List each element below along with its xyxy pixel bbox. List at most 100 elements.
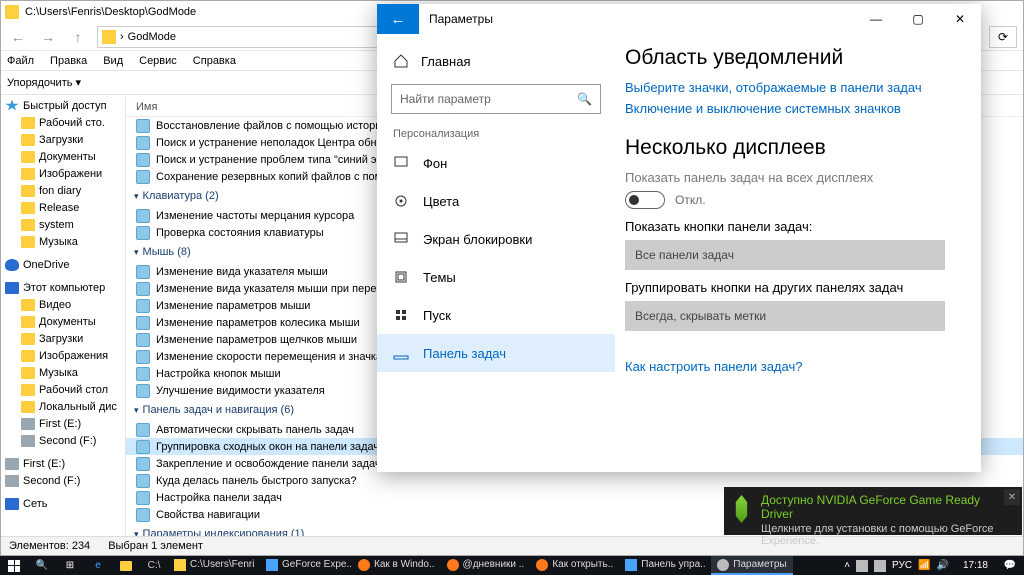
system-tray[interactable]: ˄ РУС 📶 🔊 <box>838 560 955 572</box>
maximize-button[interactable]: ▢ <box>897 4 939 34</box>
control-panel-item-icon <box>136 423 150 437</box>
nav-item[interactable]: system <box>1 216 125 233</box>
settings-title: Параметры <box>429 12 493 26</box>
taskbar-task[interactable]: C:\Users\Fenri <box>168 556 260 575</box>
taskbar-task[interactable]: Панель упра.. <box>619 556 711 575</box>
forward-arrow-icon[interactable]: → <box>37 26 59 48</box>
nav-item[interactable]: Release <box>1 199 125 216</box>
start-button[interactable] <box>0 556 28 575</box>
dropdown-group-other[interactable]: Всегда, скрывать метки <box>625 301 945 331</box>
menu-edit[interactable]: Правка <box>50 55 87 67</box>
toggle-state-label: Откл. <box>675 193 706 207</box>
control-panel-item-icon <box>136 153 150 167</box>
taskbar-task[interactable]: @дневники .. <box>441 556 531 575</box>
taskbar-task[interactable]: Как в Windo.. <box>352 556 441 575</box>
control-panel-item-icon <box>136 226 150 240</box>
cmd-pinned-icon[interactable]: C:\ <box>140 556 168 575</box>
dropdown-taskbar-buttons[interactable]: Все панели задач <box>625 240 945 270</box>
tray-chevron-up-icon[interactable]: ˄ <box>844 560 850 571</box>
task-view-button[interactable]: ⊞ <box>56 556 84 575</box>
sidebar-item[interactable]: Фон <box>377 144 615 182</box>
sidebar-item-icon <box>393 307 409 323</box>
nav-item[interactable]: fon diary <box>1 182 125 199</box>
settings-search-input[interactable]: Найти параметр 🔍 <box>391 84 601 114</box>
nav-item[interactable]: First (E:) <box>1 415 125 432</box>
control-panel-item-icon <box>136 333 150 347</box>
nav-item[interactable]: Изображения <box>1 347 125 364</box>
link-system-icons[interactable]: Включение и выключение системных значков <box>625 101 959 116</box>
toggle-show-on-all-displays[interactable]: Откл. <box>625 191 959 209</box>
nav-onedrive[interactable]: OneDrive <box>1 256 125 273</box>
sidebar-item[interactable]: Панель задач <box>377 334 615 372</box>
task-icon <box>358 559 370 571</box>
taskbar-task[interactable]: GeForce Expe.. <box>260 556 352 575</box>
up-arrow-icon[interactable]: ↑ <box>67 26 89 48</box>
tray-network-icon[interactable]: 📶 <box>918 560 930 571</box>
tray-language-indicator[interactable]: РУС <box>892 560 912 571</box>
back-button[interactable]: ← <box>377 4 419 34</box>
nav-item[interactable]: Локальный дис <box>1 398 125 415</box>
nav-item[interactable]: Загрузки <box>1 330 125 347</box>
control-panel-item-icon <box>136 299 150 313</box>
control-panel-item-icon <box>136 119 150 133</box>
menu-help[interactable]: Справка <box>193 55 236 67</box>
nav-item[interactable]: Документы <box>1 148 125 165</box>
action-center-button[interactable]: 💬 <box>996 556 1024 575</box>
nav-quick-access[interactable]: Быстрый доступ <box>1 97 125 114</box>
tray-volume-icon[interactable]: 🔊 <box>937 560 949 571</box>
menu-service[interactable]: Сервис <box>139 55 177 67</box>
back-arrow-icon[interactable]: ← <box>7 26 29 48</box>
toast-title: Доступно NVIDIA GeForce Game Ready Drive… <box>761 493 1014 521</box>
close-button[interactable]: ✕ <box>939 4 981 34</box>
sidebar-item[interactable]: Пуск <box>377 296 615 334</box>
toast-close-button[interactable]: ✕ <box>1004 489 1020 505</box>
nav-item[interactable]: Загрузки <box>1 131 125 148</box>
explorer-nav-pane[interactable]: Быстрый доступ Рабочий сто.ЗагрузкиДокум… <box>1 97 126 536</box>
taskbar: 🔍 ⊞ e C:\ C:\Users\FenriGeForce Expe..Ка… <box>0 556 1024 575</box>
folder-icon <box>5 5 19 19</box>
link-how-to-configure[interactable]: Как настроить панели задач? <box>625 359 959 374</box>
nav-item[interactable]: Музыка <box>1 364 125 381</box>
nav-network[interactable]: Сеть <box>1 495 125 512</box>
taskbar-task[interactable]: Параметры <box>711 556 792 575</box>
nav-drive-e[interactable]: First (E:) <box>1 455 125 472</box>
tray-icon[interactable] <box>874 560 886 572</box>
sidebar-item[interactable]: Экран блокировки <box>377 220 615 258</box>
task-icon <box>266 559 278 571</box>
sidebar-item[interactable]: Темы <box>377 258 615 296</box>
search-button[interactable]: 🔍 <box>28 556 56 575</box>
tray-icon[interactable] <box>856 560 868 572</box>
nav-item[interactable]: Second (F:) <box>1 432 125 449</box>
nav-item[interactable]: Рабочий сто. <box>1 114 125 131</box>
nav-item[interactable]: Документы <box>1 313 125 330</box>
menu-view[interactable]: Вид <box>103 55 123 67</box>
taskbar-clock[interactable]: 17:18 <box>955 560 996 571</box>
taskbar-task[interactable]: Как открыть.. <box>530 556 619 575</box>
nav-drive-f[interactable]: Second (F:) <box>1 472 125 489</box>
menu-file[interactable]: Файл <box>7 55 34 67</box>
link-select-icons[interactable]: Выберите значки, отображаемые в панели з… <box>625 80 959 95</box>
control-panel-item-icon <box>136 491 150 505</box>
control-panel-item-icon <box>136 136 150 150</box>
minimize-button[interactable]: — <box>855 4 897 34</box>
nav-item[interactable]: Изображени <box>1 165 125 182</box>
task-icon <box>717 559 729 571</box>
nav-item[interactable]: Музыка <box>1 233 125 250</box>
task-icon <box>536 559 548 571</box>
refresh-button[interactable]: ⟳ <box>989 26 1017 48</box>
nav-item[interactable]: Рабочий стол <box>1 381 125 398</box>
sidebar-item[interactable]: Цвета <box>377 182 615 220</box>
nvidia-icon <box>732 495 751 523</box>
organize-button[interactable]: Упорядочить ▾ <box>7 76 81 89</box>
sidebar-category-label: Персонализация <box>377 124 615 144</box>
section-heading-multiple-displays: Несколько дисплеев <box>625 136 959 160</box>
sidebar-home[interactable]: Главная <box>377 44 615 78</box>
nav-item[interactable]: Видео <box>1 296 125 313</box>
nvidia-notification-toast[interactable]: Доступно NVIDIA GeForce Game Ready Drive… <box>724 487 1022 535</box>
nav-this-pc[interactable]: Этот компьютер <box>1 279 125 296</box>
edge-pinned-icon[interactable]: e <box>84 556 112 575</box>
settings-titlebar[interactable]: ← Параметры — ▢ ✕ <box>377 4 981 34</box>
task-icon <box>174 559 186 571</box>
explorer-pinned-icon[interactable] <box>112 556 140 575</box>
toast-body: Щелкните для установки с помощью GeForce… <box>761 523 1014 547</box>
